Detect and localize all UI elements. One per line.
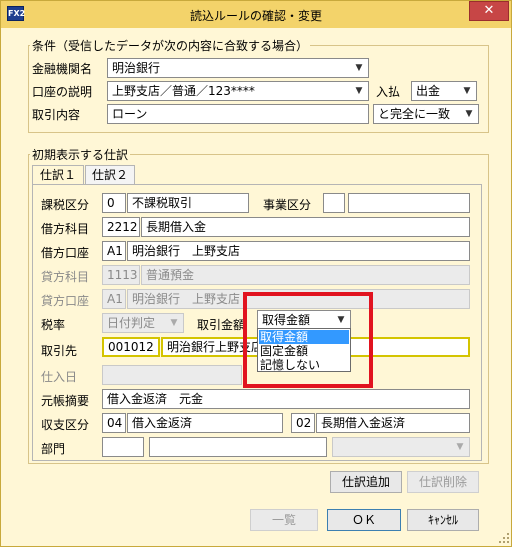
tab-journal-2[interactable]: 仕訳２ bbox=[85, 165, 135, 185]
business-category-name[interactable] bbox=[348, 193, 470, 213]
in-out-select-value: 出金 bbox=[416, 84, 441, 98]
in-out-label: 入払 bbox=[376, 85, 401, 99]
credit-account-label: 貸方科目 bbox=[41, 270, 90, 284]
purchase-date-input bbox=[102, 365, 242, 385]
transaction-label: 取引内容 bbox=[32, 108, 81, 122]
debit-bank-label: 借方口座 bbox=[41, 246, 90, 260]
income-code-2[interactable]: 02 bbox=[291, 413, 315, 433]
chevron-down-icon: ▼ bbox=[355, 86, 363, 96]
income-category-label: 収支区分 bbox=[41, 418, 90, 432]
chevron-down-icon: ▼ bbox=[355, 63, 363, 73]
account-select[interactable]: 上野支店／普通／123**** ▼ bbox=[107, 81, 369, 101]
close-button[interactable]: ✕ bbox=[469, 1, 509, 21]
resize-grip-icon[interactable] bbox=[497, 531, 511, 545]
journal-legend: 初期表示する仕訳 bbox=[30, 146, 131, 163]
summary-label: 元帳摘要 bbox=[41, 394, 90, 408]
tax-category-name[interactable]: 不課税取引 bbox=[127, 193, 249, 213]
amount-label: 取引金額 bbox=[197, 318, 246, 332]
account-label: 口座の説明 bbox=[32, 85, 93, 99]
tax-category-label: 課税区分 bbox=[41, 198, 90, 212]
business-category-code[interactable] bbox=[323, 193, 345, 213]
dialog-window: FX2 読込ルールの確認・変更 ✕ 条件（受信したデータが次の内容に合致する場合… bbox=[0, 0, 512, 547]
highlight-box bbox=[243, 292, 373, 388]
credit-account-code: 1113 bbox=[102, 265, 140, 285]
debit-account-label: 借方科目 bbox=[41, 222, 90, 236]
conditions-legend: 条件（受信したデータが次の内容に合致する場合） bbox=[30, 37, 311, 54]
income-name-1[interactable]: 借入金返済 bbox=[127, 413, 283, 433]
add-entry-button[interactable]: 仕訳追加 bbox=[330, 471, 402, 493]
partner-code[interactable]: 001012 bbox=[102, 337, 160, 357]
department-select: ▼ bbox=[332, 437, 470, 457]
chevron-down-icon: ▼ bbox=[465, 109, 473, 119]
department-label: 部門 bbox=[41, 442, 66, 456]
income-name-2[interactable]: 長期借入金返済 bbox=[316, 413, 470, 433]
account-select-value: 上野支店／普通／123**** bbox=[112, 84, 255, 98]
tab-journal-1[interactable]: 仕訳１ bbox=[32, 165, 84, 185]
tax-rate-select: 日付判定 ▼ bbox=[102, 313, 184, 333]
tax-category-code[interactable]: 0 bbox=[102, 193, 126, 213]
purchase-date-label: 仕入日 bbox=[41, 370, 78, 384]
business-category-label: 事業区分 bbox=[263, 198, 312, 212]
summary-input[interactable]: 借入金返済 元金 bbox=[102, 389, 470, 409]
transaction-input[interactable]: ローン bbox=[107, 104, 369, 124]
cancel-button[interactable]: ｷｬﾝｾﾙ bbox=[407, 509, 479, 531]
department-code[interactable] bbox=[102, 437, 144, 457]
bank-label: 金融機関名 bbox=[32, 62, 93, 76]
title-bar: FX2 読込ルールの確認・変更 ✕ bbox=[1, 1, 511, 28]
list-button: 一覧 bbox=[250, 509, 318, 531]
income-code-1[interactable]: 04 bbox=[102, 413, 126, 433]
debit-bank-code[interactable]: A1 bbox=[102, 241, 126, 261]
ok-button[interactable]: ＯＫ bbox=[327, 509, 401, 531]
credit-bank-code: A1 bbox=[102, 289, 126, 309]
bank-select-value: 明治銀行 bbox=[112, 61, 161, 75]
match-select-value: と完全に一致 bbox=[378, 107, 451, 121]
department-name[interactable] bbox=[149, 437, 327, 457]
debit-bank-name[interactable]: 明治銀行 上野支店 bbox=[127, 241, 470, 261]
debit-account-name[interactable]: 長期借入金 bbox=[141, 217, 470, 237]
chevron-down-icon: ▼ bbox=[456, 442, 464, 452]
window-title: 読込ルールの確認・変更 bbox=[189, 9, 322, 23]
match-select[interactable]: と完全に一致 ▼ bbox=[373, 104, 479, 124]
credit-account-name: 普通預金 bbox=[141, 265, 470, 285]
in-out-select[interactable]: 出金 ▼ bbox=[411, 81, 477, 101]
partner-label: 取引先 bbox=[41, 344, 78, 358]
delete-entry-button: 仕訳削除 bbox=[407, 471, 479, 493]
debit-account-code[interactable]: 2212 bbox=[102, 217, 140, 237]
bank-select[interactable]: 明治銀行 ▼ bbox=[107, 58, 369, 78]
tax-rate-label: 税率 bbox=[41, 318, 66, 332]
chevron-down-icon: ▼ bbox=[170, 318, 178, 328]
chevron-down-icon: ▼ bbox=[463, 86, 471, 96]
credit-bank-label: 貸方口座 bbox=[41, 294, 90, 308]
tax-rate-select-value: 日付判定 bbox=[107, 316, 156, 330]
